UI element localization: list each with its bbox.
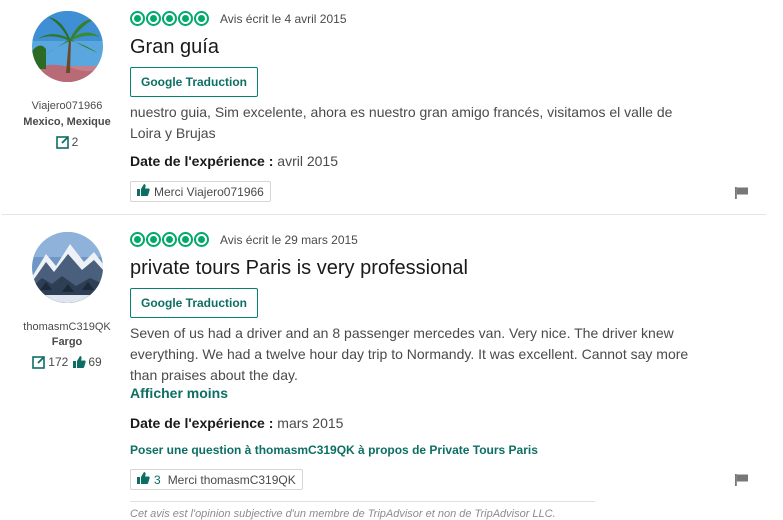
review-card: Viajero071966 Mexico, Mexique 2 Avis écr…: [0, 0, 783, 214]
rating-bubble-icon: [194, 232, 209, 247]
review-date: Avis écrit le 29 mars 2015: [220, 233, 358, 247]
review-count: 2: [71, 135, 79, 149]
review-disclaimer: Cet avis est l'opinion subjective d'un m…: [130, 508, 556, 520]
experience-date: Date de l'expérience : avril 2015: [130, 153, 338, 169]
thanks-count: 3: [154, 472, 161, 487]
rating-bubble-icon: [146, 232, 161, 247]
reviewer-location: Mexico, Mexique: [23, 116, 111, 128]
experience-value: avril 2015: [277, 153, 338, 169]
rating-bubble-icon: [130, 232, 145, 247]
thumbs-up-icon: [137, 472, 150, 487]
rating-bubble-icon: [178, 11, 193, 26]
avatar[interactable]: [32, 232, 103, 303]
rating-bubble-icon: [178, 232, 193, 247]
reviewer-username[interactable]: thomasmC319QK: [0, 321, 134, 333]
reviewer-username[interactable]: Viajero071966: [0, 100, 134, 112]
thanks-label: Merci Viajero071966: [154, 184, 264, 199]
review-count-icon: [55, 135, 70, 149]
review-title[interactable]: private tours Paris is very professional: [130, 257, 468, 280]
reviewer-stats: 2: [0, 135, 134, 149]
experience-label: Date de l'expérience :: [130, 153, 274, 169]
google-translate-button[interactable]: Google Traduction: [130, 67, 259, 97]
review-date: Avis écrit le 4 avril 2015: [220, 12, 347, 26]
experience-label: Date de l'expérience :: [130, 415, 274, 431]
reviewer-stats: 172 69: [0, 355, 134, 369]
rating-bubble-icon: [162, 232, 177, 247]
experience-date: Date de l'expérience : mars 2015: [130, 415, 343, 431]
rating-bubble-icon: [130, 11, 145, 26]
report-flag-icon[interactable]: [735, 187, 749, 199]
helpful-votes-count: 69: [88, 355, 102, 369]
thanks-label: Merci thomasmC319QK: [167, 472, 296, 487]
review-title[interactable]: Gran guía: [130, 36, 219, 59]
ask-question-link[interactable]: Poser une question à thomasmC319QK à pro…: [130, 443, 538, 457]
report-flag-icon[interactable]: [735, 474, 749, 486]
reviewer-location: Fargo: [51, 336, 83, 348]
experience-value: mars 2015: [277, 415, 344, 431]
thanks-button[interactable]: Merci Viajero071966: [130, 181, 271, 202]
rating-bubbles: [130, 11, 209, 26]
thanks-button[interactable]: 3 Merci thomasmC319QK: [130, 469, 303, 490]
review-count-icon: [32, 355, 46, 369]
review-text: nuestro guia, Sim excelente, ahora es nu…: [130, 104, 673, 141]
rating-bubble-icon: [162, 11, 177, 26]
google-translate-button[interactable]: Google Traduction: [130, 288, 259, 318]
review-count: 172: [48, 355, 69, 369]
avatar[interactable]: [32, 11, 103, 82]
rating-bubble-icon: [194, 11, 209, 26]
review-text: Seven of us had a driver and an 8 passen…: [130, 325, 689, 383]
helpful-votes-icon: [73, 356, 86, 368]
footer-divider: [130, 501, 595, 502]
show-less-link[interactable]: Afficher moins: [130, 385, 228, 401]
thumbs-up-icon: [137, 184, 150, 199]
review-card: thomasmC319QK Fargo 172 69 Avis écrit le…: [0, 215, 783, 520]
rating-bubbles: [130, 232, 209, 247]
rating-bubble-icon: [146, 11, 161, 26]
